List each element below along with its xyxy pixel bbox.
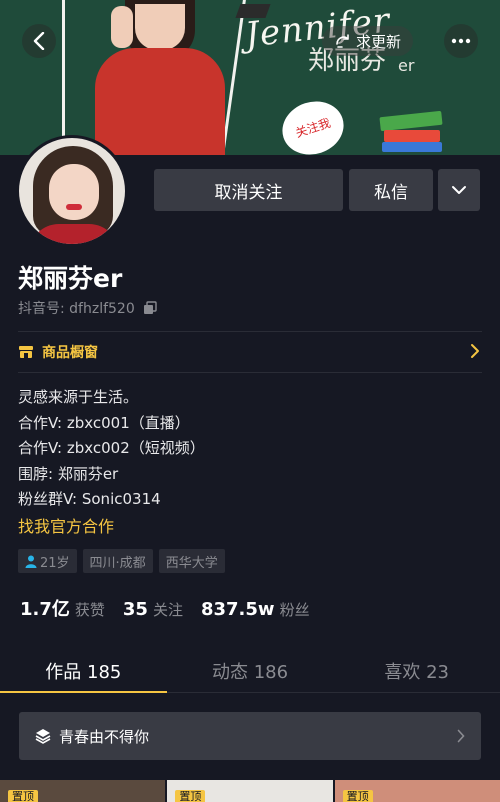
age-tag: 21岁 [18,549,77,573]
collection-row[interactable]: 青春由不得你 [19,712,481,760]
video-thumbnail[interactable]: 置顶 [334,780,500,802]
official-cooperation-link[interactable]: 找我官方合作 [18,513,114,537]
product-showcase-label: 商品橱窗 [42,345,98,361]
back-icon [33,32,45,50]
divider [18,331,482,332]
collection-label: 青春由不得你 [59,727,150,746]
location-tag: 四川·成都 [82,549,153,573]
product-showcase-row[interactable]: 商品橱窗 [18,339,482,365]
request-update-button[interactable]: 求更新 [322,26,414,56]
bio-line: 粉丝群V: Sonic0314 [18,490,161,508]
likes-label: 获赞 [74,601,105,619]
back-button[interactable] [22,24,56,58]
avatar[interactable] [16,135,128,247]
tab-works[interactable]: 作品 185 [0,649,167,693]
video-thumbnail[interactable]: 置顶 [167,780,333,802]
shop-icon [19,346,33,358]
douyin-id: 抖音号: dfhzlf520 [18,298,157,318]
more-button[interactable] [444,24,478,58]
profile-banner: Jennifer 郑丽芬 er 关注我 求更新 [0,0,500,155]
more-icon [451,38,471,44]
bio-line: 围脖: 郑丽芬er [18,464,119,483]
age-label: 21岁 [40,555,70,571]
followers-count: 837.5w [200,599,275,620]
pinned-badge: 置顶 [175,790,206,802]
content-tabs: 作品 185 动态 186 喜欢 23 [0,649,500,693]
chevron-right-icon [457,729,465,743]
video-grid: 置顶 置顶 置顶 [0,780,500,802]
douyin-id-text: 抖音号: dfhzlf520 [18,301,135,317]
chevron-right-icon [471,344,479,358]
copy-icon[interactable] [143,301,157,315]
banner-follow-bubble: 关注我 [275,93,351,155]
pinned-badge: 置顶 [8,790,38,802]
following-stat[interactable]: 35 关注 [123,599,183,620]
chevron-down-icon [452,186,466,194]
profile-tags: 21岁 四川·成都 西华大学 [18,549,225,573]
likes-stat: 1.7亿 获赞 [20,595,105,621]
books-icon [379,110,443,152]
following-count: 35 [122,599,148,620]
nickname: 郑丽芬er [18,264,123,293]
profile-stats: 1.7亿 获赞 35 关注 837.5w 粉丝 [20,595,310,621]
banner-chalk-line [62,0,65,155]
banner-portrait [95,0,225,155]
followers-stat[interactable]: 837.5w 粉丝 [201,599,310,620]
school-tag: 西华大学 [158,549,225,573]
recommend-dropdown-button[interactable] [438,169,480,211]
person-icon [25,555,37,568]
followers-label: 粉丝 [279,601,310,619]
tab-likes[interactable]: 喜欢 23 [333,649,500,692]
likes-count: 1.7亿 [20,599,70,620]
video-thumbnail[interactable]: 置顶 [0,780,166,802]
following-label: 关注 [152,601,183,619]
banner-name-suffix: er [398,56,415,75]
bio-line: 合作V: zbxc002（短视频） [18,439,205,457]
layers-icon [35,729,51,744]
pinned-badge: 置顶 [342,790,373,802]
refresh-icon [336,34,349,48]
bio-line: 灵感来源于生活。 [18,388,139,406]
request-update-label: 求更新 [356,32,402,51]
divider [18,372,482,373]
profile-panel: 取消关注 私信 郑丽芬er 抖音号: dfhzlf520 商品橱窗 灵感来源于生… [0,135,500,802]
bio: 灵感来源于生活。 合作V: zbxc001（直播） 合作V: zbxc002（短… [18,385,205,513]
tab-activity[interactable]: 动态 186 [167,649,334,692]
bio-line: 合作V: zbxc001（直播） [18,413,190,432]
unfollow-button[interactable]: 取消关注 [154,169,343,211]
message-button[interactable]: 私信 [349,169,433,211]
